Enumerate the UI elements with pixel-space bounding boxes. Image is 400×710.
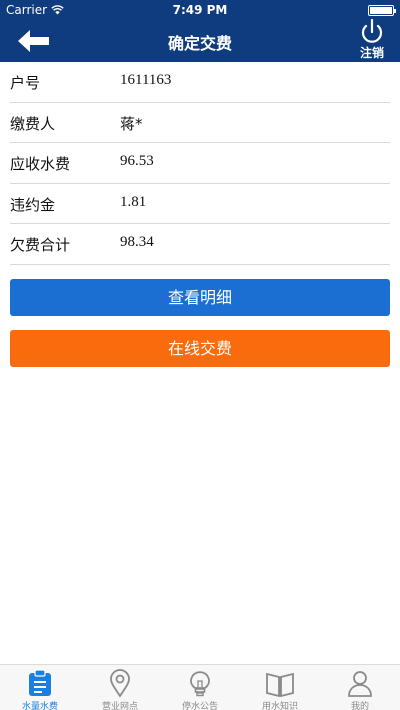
info-row-penalty: 违约金 1.81 (10, 184, 390, 224)
payer-label: 缴费人 (10, 114, 56, 133)
nav-bar: 确定交费 注销 (0, 18, 400, 62)
person-icon (348, 671, 372, 697)
penalty-label: 违约金 (10, 195, 56, 214)
tab-label: 用水知识 (261, 702, 298, 710)
water-fee-value: 96.53 (120, 153, 154, 169)
tab-water-fee[interactable]: 水量水费 (0, 665, 80, 710)
page-title: 确定交费 (167, 34, 232, 53)
payer-value: 蒋* (120, 114, 143, 133)
view-details-button[interactable]: 查看明细 (10, 279, 390, 316)
power-icon (361, 18, 383, 43)
water-fee-label: 应收水费 (10, 155, 71, 173)
logout-button[interactable]: 注销 (354, 18, 390, 62)
tab-label: 水量水费 (21, 702, 58, 710)
tab-label: 营业网点 (101, 702, 138, 710)
tab-outage-notice[interactable]: 停水公告 (160, 665, 240, 710)
account-label: 户号 (10, 74, 41, 92)
clipboard-icon (29, 669, 51, 696)
tab-service-outlets[interactable]: 营业网点 (80, 665, 160, 710)
payment-info-list: 户号 1611163 缴费人 蒋* 应收水费 96.53 违约金 1.81 欠费… (0, 62, 400, 265)
total-label: 欠费合计 (10, 236, 71, 254)
total-value: 98.34 (120, 234, 154, 250)
info-row-water-fee: 应收水费 96.53 (10, 143, 390, 184)
tab-water-knowledge[interactable]: 用水知识 (240, 665, 320, 710)
penalty-value: 1.81 (120, 193, 147, 210)
online-payment-button[interactable]: 在线交费 (10, 330, 390, 367)
info-row-account: 户号 1611163 (10, 62, 390, 103)
location-pin-icon (110, 669, 130, 698)
logout-label: 注销 (359, 46, 384, 60)
tab-profile[interactable]: 我的 (320, 665, 400, 710)
account-value: 1611163 (120, 72, 172, 88)
info-row-payer: 缴费人 蒋* (10, 103, 390, 143)
tab-label: 我的 (350, 702, 369, 710)
book-icon (266, 672, 294, 698)
status-bar: Carrier 7:49 PM (0, 0, 400, 20)
tab-bar: 水量水费 营业网点 停水公告 用水知识 我的 (0, 664, 400, 710)
tab-label: 停水公告 (181, 702, 218, 710)
info-row-total: 欠费合计 98.34 (10, 224, 390, 265)
status-time: 7:49 PM (172, 3, 228, 17)
battery-icon (368, 5, 396, 16)
lightbulb-icon (190, 671, 210, 697)
